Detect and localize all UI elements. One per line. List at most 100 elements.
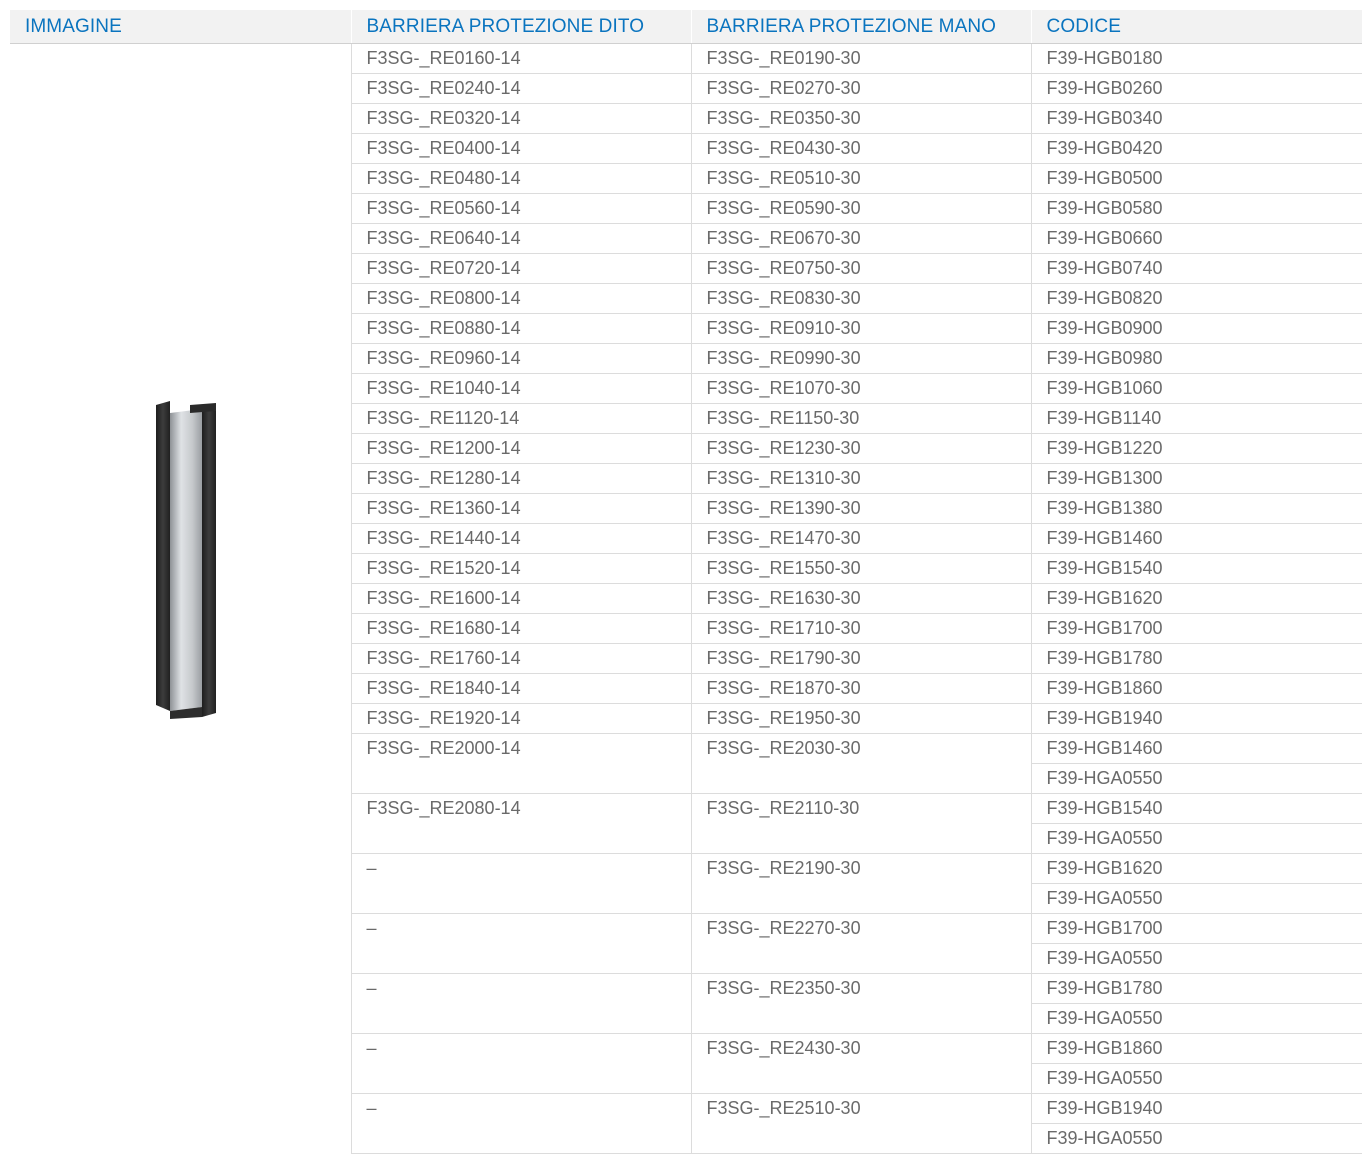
code-cell: F39-HGB0500 (1030, 163, 1362, 194)
hand-barrier-cell: F3SG-_RE0990-30 (690, 343, 1031, 374)
finger-barrier-cell: F3SG-_RE0480-14 (350, 163, 691, 194)
code-cell: F39-HGB0660 (1030, 223, 1362, 254)
code-cell: F39-HGA0550 (1030, 1123, 1362, 1154)
finger-barrier-cell: F3SG-_RE0880-14 (350, 313, 691, 344)
finger-barrier-cell: F3SG-_RE2000-14 (350, 733, 691, 794)
hand-barrier-cell: F3SG-_RE1790-30 (690, 643, 1031, 674)
finger-barrier-cell: F3SG-_RE1040-14 (350, 373, 691, 404)
header-hand-barrier: BARRIERA PROTEZIONE MANO (690, 10, 1031, 44)
finger-barrier-cell: F3SG-_RE0800-14 (350, 283, 691, 314)
code-cell: F39-HGA0550 (1030, 1063, 1362, 1094)
finger-barrier-cell: F3SG-_RE0320-14 (350, 103, 691, 134)
finger-barrier-cell: F3SG-_RE1680-14 (350, 613, 691, 644)
code-cell: F39-HGB1940 (1030, 703, 1362, 734)
code-cell: F39-HGB0900 (1030, 313, 1362, 344)
finger-barrier-cell: F3SG-_RE0240-14 (350, 73, 691, 104)
finger-barrier-cell: F3SG-_RE1440-14 (350, 523, 691, 554)
code-cell: F39-HGB1780 (1030, 643, 1362, 674)
hand-barrier-cell: F3SG-_RE1950-30 (690, 703, 1031, 734)
hand-barrier-cell: F3SG-_RE0270-30 (690, 73, 1031, 104)
header-code: CODICE (1030, 10, 1362, 44)
finger-barrier-cell: – (350, 1033, 691, 1094)
table-row: F3SG-_RE0160-14 F3SG-_RE0190-30 F39-HGB018… (10, 43, 1362, 719)
code-cell: F39-HGA0550 (1030, 883, 1362, 914)
code-cell: F39-HGB1620 (1030, 853, 1362, 884)
finger-barrier-cell: F3SG-_RE1920-14 (350, 703, 691, 734)
finger-barrier-cell: F3SG-_RE0640-14 (350, 223, 691, 254)
table-body: F3SG-_RE0160-14 F3SG-_RE0190-30 F39-HGB018… (10, 43, 1362, 1154)
hand-barrier-cell: F3SG-_RE1630-30 (690, 583, 1031, 614)
hand-barrier-cell: F3SG-_RE2270-30 (690, 913, 1031, 974)
finger-barrier-cell: F3SG-_RE1520-14 (350, 553, 691, 584)
code-cell: F39-HGB1540 (1030, 553, 1362, 584)
code-cell: F39-HGB1460 (1030, 733, 1362, 764)
hand-barrier-cell: F3SG-_RE1230-30 (690, 433, 1031, 464)
image-cell (10, 44, 351, 1154)
hand-barrier-cell: F3SG-_RE2350-30 (690, 973, 1031, 1034)
code-cell: F39-HGB1060 (1030, 373, 1362, 404)
profile-bracket-image (146, 399, 216, 719)
code-cell: F39-HGB0420 (1030, 133, 1362, 164)
hand-barrier-cell: F3SG-_RE2510-30 (690, 1093, 1031, 1154)
hand-barrier-cell: F3SG-_RE0190-30 (690, 43, 1031, 74)
finger-barrier-cell: F3SG-_RE0960-14 (350, 343, 691, 374)
hand-barrier-cell: F3SG-_RE2190-30 (690, 853, 1031, 914)
hand-barrier-cell: F3SG-_RE1710-30 (690, 613, 1031, 644)
code-cell: F39-HGA0550 (1030, 943, 1362, 974)
hand-barrier-cell: F3SG-_RE1310-30 (690, 463, 1031, 494)
finger-barrier-cell: F3SG-_RE1360-14 (350, 493, 691, 524)
code-cell: F39-HGB1700 (1030, 913, 1362, 944)
code-cell: F39-HGB0340 (1030, 103, 1362, 134)
hand-barrier-cell: F3SG-_RE0350-30 (690, 103, 1031, 134)
code-cell: F39-HGB1460 (1030, 523, 1362, 554)
code-cell: F39-HGB1540 (1030, 793, 1362, 824)
hand-barrier-cell: F3SG-_RE2430-30 (690, 1033, 1031, 1094)
hand-barrier-cell: F3SG-_RE1470-30 (690, 523, 1031, 554)
hand-barrier-cell: F3SG-_RE0590-30 (690, 193, 1031, 224)
hand-barrier-cell: F3SG-_RE0910-30 (690, 313, 1031, 344)
hand-barrier-cell: F3SG-_RE0750-30 (690, 253, 1031, 284)
finger-barrier-cell: – (350, 853, 691, 914)
finger-barrier-cell: – (350, 973, 691, 1034)
finger-barrier-cell: F3SG-_RE1200-14 (350, 433, 691, 464)
hand-barrier-cell: F3SG-_RE2030-30 (690, 733, 1031, 794)
code-cell: F39-HGB0980 (1030, 343, 1362, 374)
header-finger-barrier: BARRIERA PROTEZIONE DITO (350, 10, 691, 44)
finger-barrier-cell: F3SG-_RE0400-14 (350, 133, 691, 164)
code-cell: F39-HGB1940 (1030, 1093, 1362, 1124)
hand-barrier-cell: F3SG-_RE1150-30 (690, 403, 1031, 434)
finger-barrier-cell: F3SG-_RE0160-14 (350, 43, 691, 74)
code-cell: F39-HGB0260 (1030, 73, 1362, 104)
hand-barrier-cell: F3SG-_RE1390-30 (690, 493, 1031, 524)
hand-barrier-cell: F3SG-_RE0670-30 (690, 223, 1031, 254)
table-header-row: IMMAGINE BARRIERA PROTEZIONE DITO BARRIE… (10, 10, 1362, 44)
code-cell: F39-HGB0820 (1030, 283, 1362, 314)
code-cell: F39-HGB1780 (1030, 973, 1362, 1004)
hand-barrier-cell: F3SG-_RE0830-30 (690, 283, 1031, 314)
code-cell: F39-HGB1380 (1030, 493, 1362, 524)
hand-barrier-cell: F3SG-_RE0510-30 (690, 163, 1031, 194)
code-cell: F39-HGA0550 (1030, 763, 1362, 794)
finger-barrier-cell: F3SG-_RE1840-14 (350, 673, 691, 704)
code-cell: F39-HGB1860 (1030, 673, 1362, 704)
code-cell: F39-HGB1700 (1030, 613, 1362, 644)
finger-barrier-cell: F3SG-_RE1600-14 (350, 583, 691, 614)
code-cell: F39-HGA0550 (1030, 823, 1362, 854)
finger-barrier-cell: F3SG-_RE0560-14 (350, 193, 691, 224)
finger-barrier-cell: F3SG-_RE1760-14 (350, 643, 691, 674)
code-cell: F39-HGB1140 (1030, 403, 1362, 434)
hand-barrier-cell: F3SG-_RE1550-30 (690, 553, 1031, 584)
product-table: IMMAGINE BARRIERA PROTEZIONE DITO BARRIE… (10, 10, 1362, 1154)
finger-barrier-cell: F3SG-_RE2080-14 (350, 793, 691, 854)
finger-barrier-cell: F3SG-_RE1280-14 (350, 463, 691, 494)
code-cell: F39-HGB0180 (1030, 43, 1362, 74)
finger-barrier-cell: F3SG-_RE0720-14 (350, 253, 691, 284)
code-cell: F39-HGA0550 (1030, 1003, 1362, 1034)
header-image: IMMAGINE (10, 10, 351, 44)
hand-barrier-cell: F3SG-_RE1870-30 (690, 673, 1031, 704)
code-cell: F39-HGB1620 (1030, 583, 1362, 614)
finger-barrier-cell: – (350, 913, 691, 974)
hand-barrier-cell: F3SG-_RE1070-30 (690, 373, 1031, 404)
code-cell: F39-HGB0580 (1030, 193, 1362, 224)
code-cell: F39-HGB1220 (1030, 433, 1362, 464)
